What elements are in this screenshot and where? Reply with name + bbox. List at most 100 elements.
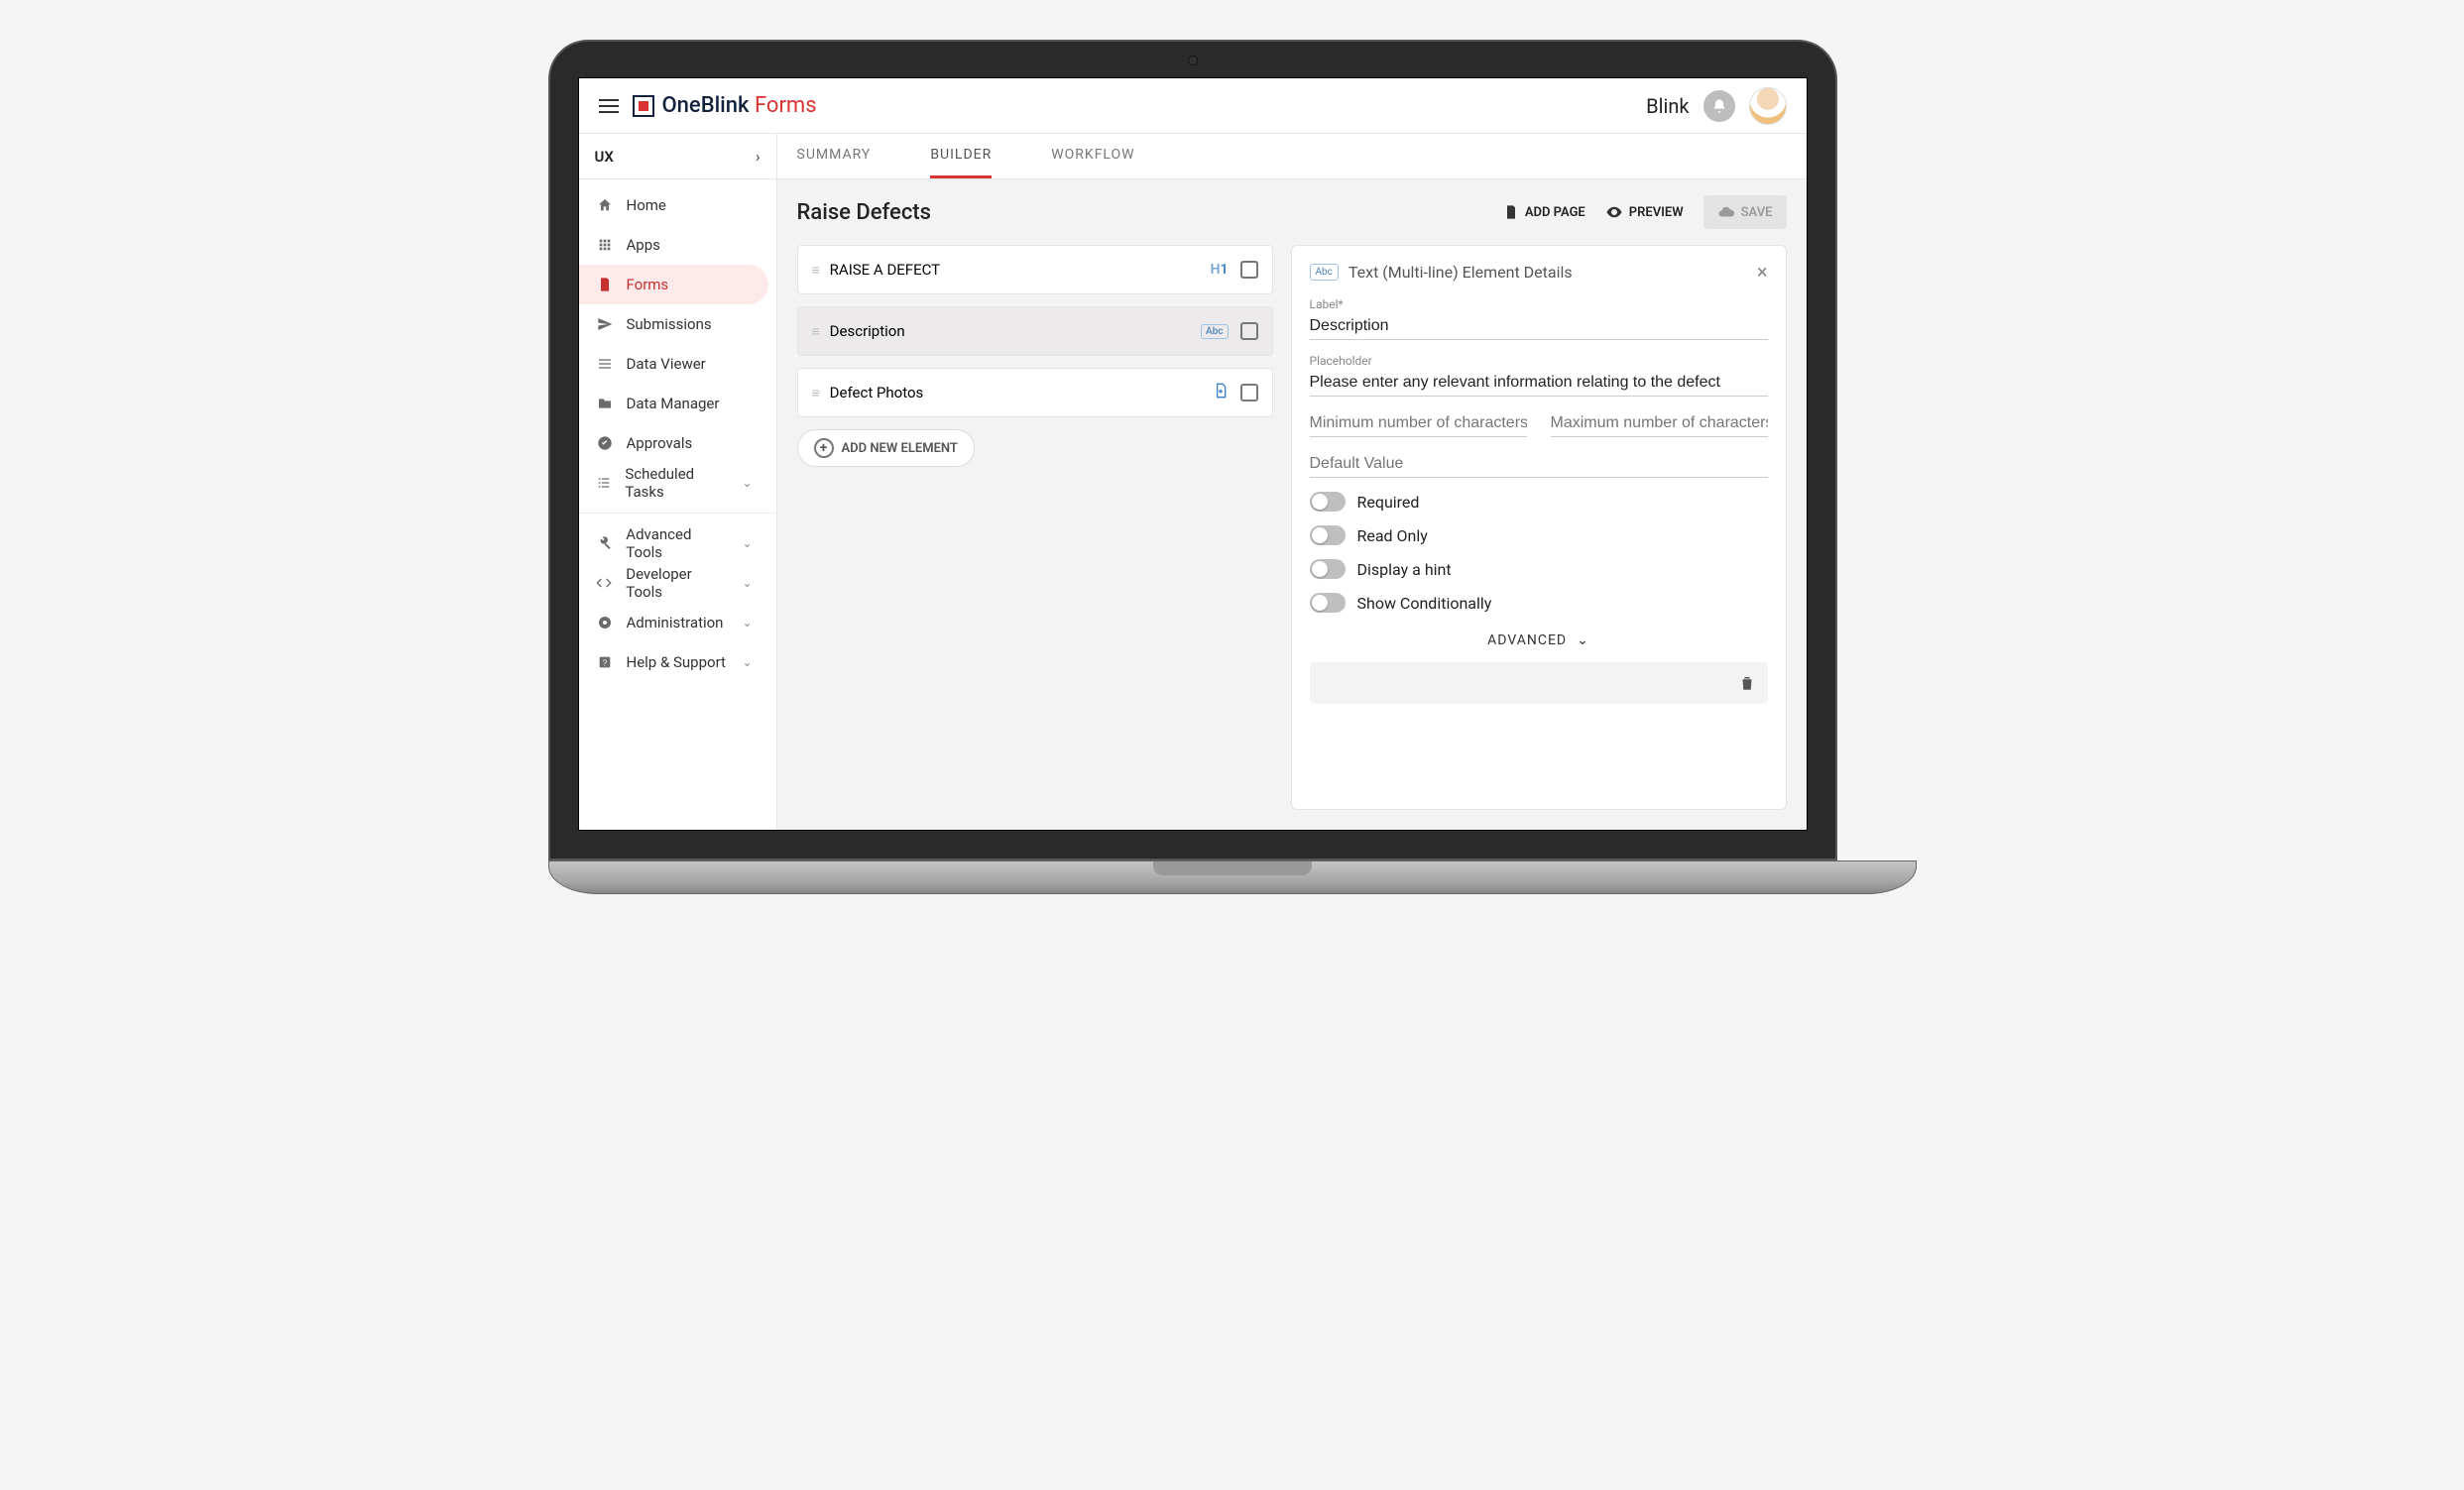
close-icon[interactable]: × [1757,260,1768,284]
toggle-readonly[interactable]: Read Only [1310,525,1768,545]
laptop-frame: OneBlink Forms Blink UX › [548,40,1837,860]
label-field: Label* [1310,297,1768,340]
panel-footer [1310,662,1768,704]
save-label: SAVE [1741,205,1773,220]
notifications-icon[interactable] [1703,90,1735,122]
sidebar-item-submissions[interactable]: Submissions [579,304,768,344]
chevron-down-icon: ⌄ [742,616,752,630]
preview-label: PREVIEW [1629,205,1684,220]
field-caption: Placeholder [1310,354,1768,368]
eye-icon [1605,203,1623,221]
sidebar-item-label: Home [627,196,666,214]
add-page-label: ADD PAGE [1525,205,1585,220]
add-element-button[interactable]: + ADD NEW ELEMENT [797,429,975,467]
chevron-down-icon: ⌄ [742,536,752,550]
logo-icon [633,95,654,117]
user-name[interactable]: Blink [1646,94,1689,118]
element-checkbox[interactable] [1240,322,1258,340]
drag-handle-icon[interactable]: ≡ [812,262,818,279]
element-label: RAISE A DEFECT [830,261,1199,279]
sidebar-item-data-manager[interactable]: Data Manager [579,384,768,423]
page-header: Raise Defects ADD PAGE PREVIEW [777,179,1807,245]
toggle-hint[interactable]: Display a hint [1310,559,1768,579]
sidebar-item-label: Advanced Tools [626,525,730,561]
delete-icon[interactable] [1738,674,1756,692]
element-row[interactable]: ≡ Description Abc [797,306,1273,356]
svg-text:?: ? [602,658,607,667]
text-multiline-icon: Abc [1310,264,1339,281]
element-checkbox[interactable] [1240,261,1258,279]
cloud-icon [1717,203,1735,221]
sidebar-item-data-viewer[interactable]: Data Viewer [579,344,768,384]
chevron-down-icon: ⌄ [1577,632,1589,648]
tab-workflow[interactable]: WORKFLOW [1051,134,1134,178]
max-chars-input[interactable] [1551,410,1768,437]
sidebar-item-developer-tools[interactable]: Developer Tools ⌄ [579,563,768,603]
default-value-input[interactable] [1310,451,1768,478]
list-icon [595,356,615,372]
field-caption: Label* [1310,297,1768,311]
chevron-down-icon: ⌄ [742,655,752,669]
page-title: Raise Defects [797,200,931,225]
code-icon [595,575,615,591]
sidebar-section[interactable]: UX › [579,134,776,179]
panel-title: Text (Multi-line) Element Details [1349,263,1573,282]
element-checkbox[interactable] [1240,384,1258,401]
add-page-button[interactable]: ADD PAGE [1503,204,1585,220]
sidebar-item-forms[interactable]: Forms [579,265,768,304]
min-chars-input[interactable] [1310,410,1527,437]
placeholder-input[interactable] [1310,370,1768,397]
help-icon: ? [595,654,615,670]
sidebar: UX › Home [579,134,777,830]
tab-builder[interactable]: BUILDER [930,134,992,178]
apps-icon [595,237,615,253]
sidebar-item-help-support[interactable]: ? Help & Support ⌄ [579,642,768,682]
preview-button[interactable]: PREVIEW [1605,203,1684,221]
tools-icon [595,535,615,551]
sidebar-item-label: Administration [627,614,724,631]
avatar[interactable] [1749,87,1787,125]
sidebar-item-approvals[interactable]: Approvals [579,423,768,463]
menu-icon[interactable] [599,99,619,113]
element-row[interactable]: ≡ RAISE A DEFECT H1 [797,245,1273,294]
save-button[interactable]: SAVE [1703,195,1787,229]
sidebar-item-administration[interactable]: Administration ⌄ [579,603,768,642]
admin-icon [595,615,615,630]
sidebar-item-advanced-tools[interactable]: Advanced Tools ⌄ [579,523,768,563]
toggle-required[interactable]: Required [1310,492,1768,512]
tab-summary[interactable]: SUMMARY [797,134,872,178]
toggle-icon [1310,492,1346,512]
element-label: Description [830,322,1189,340]
sidebar-divider [579,513,776,514]
element-type-badge: H1 [1211,262,1229,278]
sidebar-item-home[interactable]: Home [579,185,768,225]
plus-icon: + [814,438,834,458]
folder-icon [595,396,615,411]
label-input[interactable] [1310,313,1768,340]
home-icon [595,197,615,213]
top-bar: OneBlink Forms Blink [579,78,1807,134]
sidebar-item-label: Forms [627,276,669,293]
element-row[interactable]: ≡ Defect Photos [797,368,1273,417]
drag-handle-icon[interactable]: ≡ [812,385,818,401]
brand-product: Forms [755,93,817,118]
sidebar-item-label: Apps [627,236,660,254]
toggle-conditional[interactable]: Show Conditionally [1310,593,1768,613]
tab-label: BUILDER [930,147,992,163]
check-icon [595,435,615,451]
advanced-toggle[interactable]: ADVANCED ⌄ [1310,632,1768,648]
add-page-icon [1503,204,1519,220]
toggle-label: Required [1357,493,1420,512]
drag-handle-icon[interactable]: ≡ [812,323,818,340]
toggle-label: Show Conditionally [1357,594,1492,613]
add-element-label: ADD NEW ELEMENT [842,441,958,456]
tasks-icon [595,475,614,491]
camera-dot [1188,56,1198,65]
brand-logo[interactable]: OneBlink Forms [633,93,817,118]
toggle-icon [1310,559,1346,579]
sidebar-item-apps[interactable]: Apps [579,225,768,265]
sidebar-section-label: UX [595,148,614,166]
chevron-down-icon: ⌄ [742,476,752,490]
sidebar-item-scheduled-tasks[interactable]: Scheduled Tasks ⌄ [579,463,768,503]
chevron-down-icon: ⌄ [742,576,752,590]
